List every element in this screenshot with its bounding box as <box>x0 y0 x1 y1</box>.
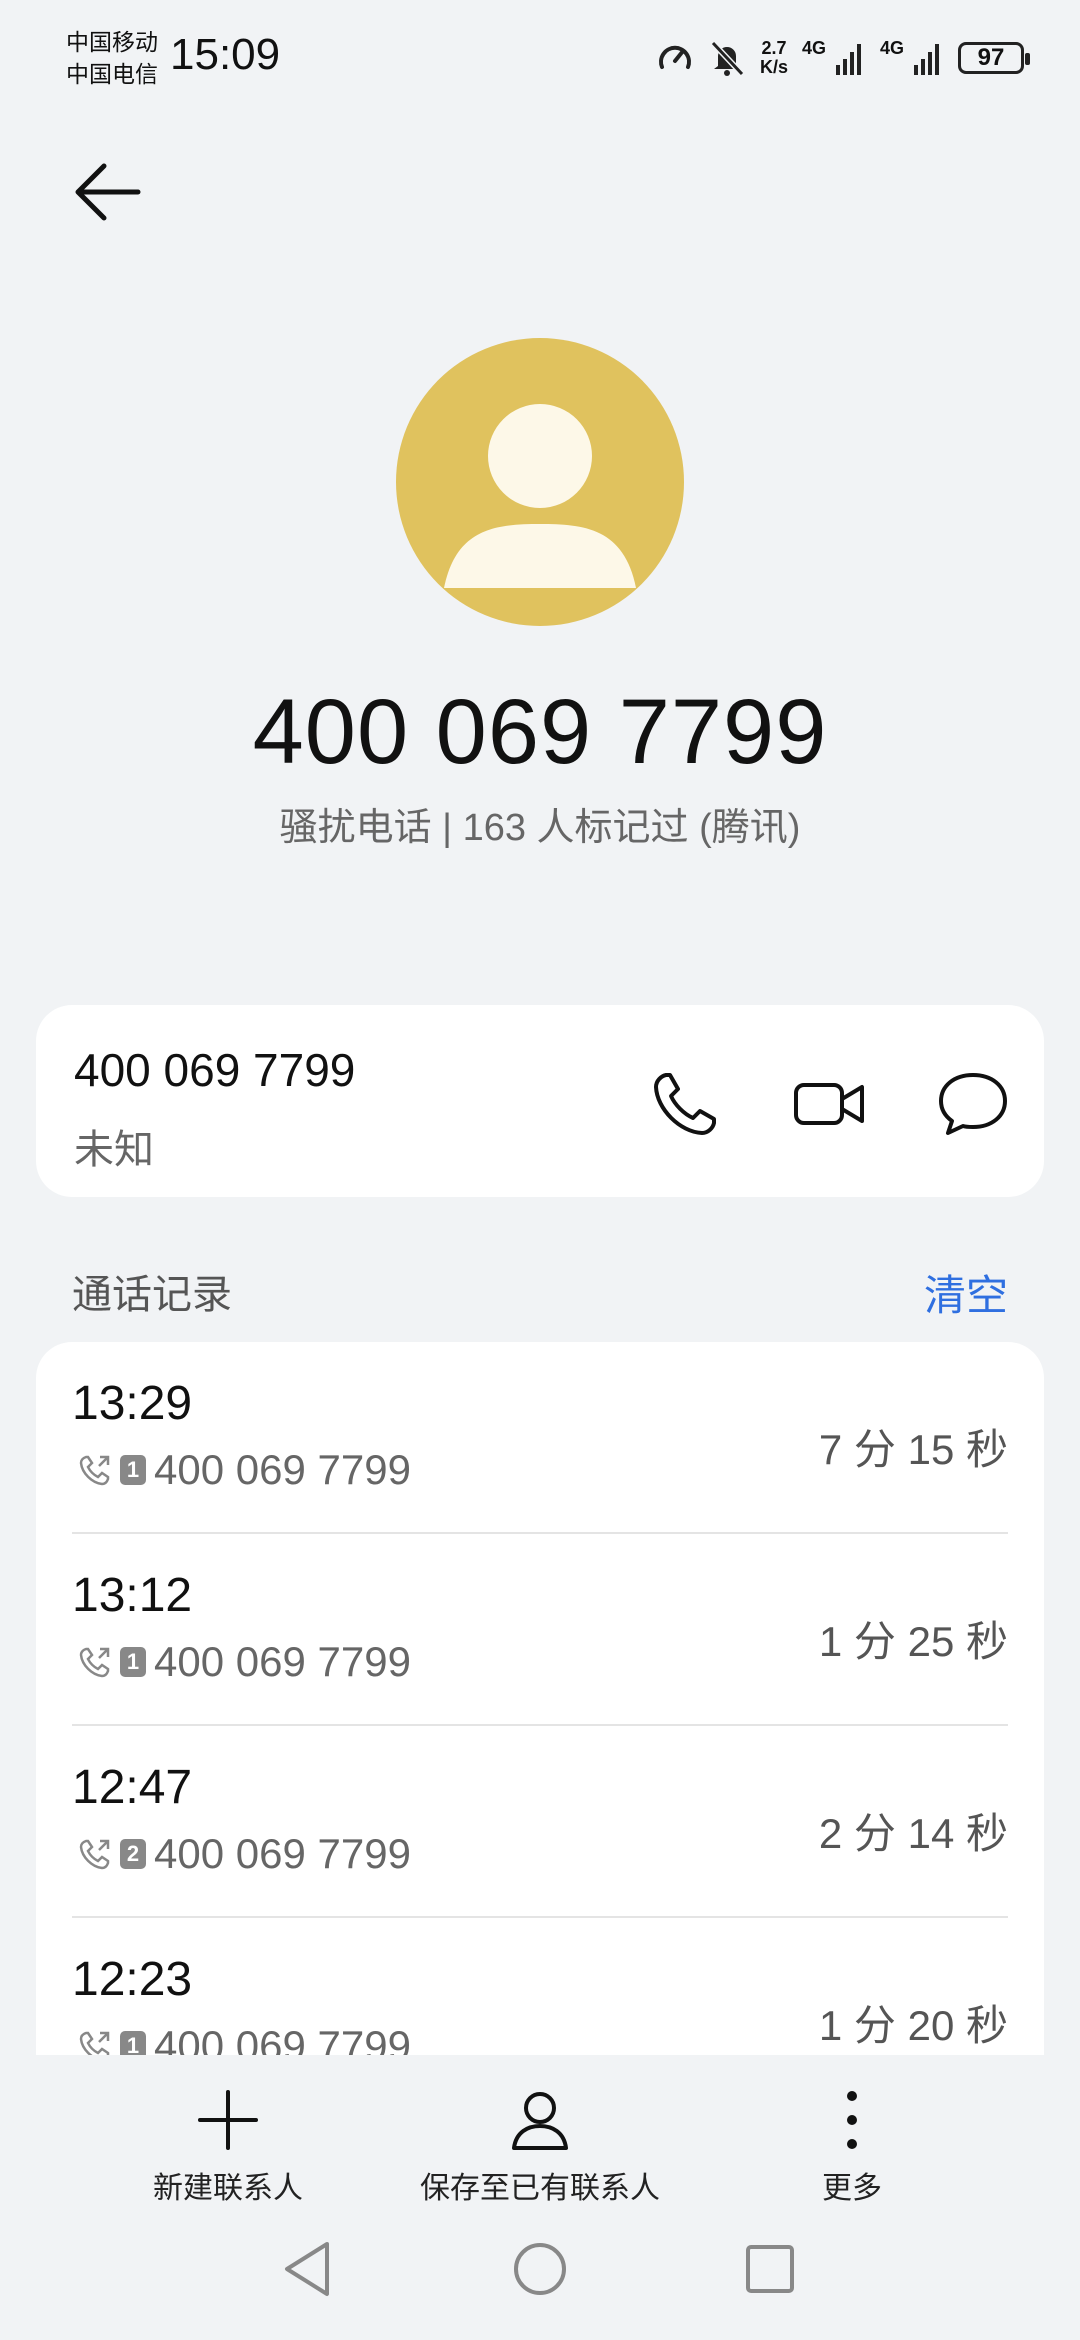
carrier-1: 中国移动 <box>66 29 158 55</box>
signal-1-icon <box>835 44 861 75</box>
status-bar: 中国移动 中国电信 15:09 2.7 K/s 4G 4G 97 <box>0 0 1080 110</box>
call-log-row[interactable]: 12:47 2 400 069 7799 2 分 14 秒 <box>72 1726 1008 1918</box>
call-duration: 2 分 14 秒 <box>818 1810 1008 1857</box>
card-number[interactable]: 400 069 7799 <box>74 1043 355 1097</box>
call-duration: 1 分 25 秒 <box>818 1618 1008 1665</box>
signal-2-icon <box>914 44 939 75</box>
save-to-existing-button[interactable]: 保存至已有联系人 <box>390 2085 690 2207</box>
bell-muted-icon <box>710 40 745 77</box>
call-detail: 2 400 069 7799 <box>78 1830 411 1878</box>
call-button[interactable] <box>648 1067 722 1141</box>
square-recents-icon <box>746 2245 794 2293</box>
nav-back-button[interactable] <box>273 2234 343 2304</box>
message-icon <box>939 1073 1007 1135</box>
sim-badge: 1 <box>120 1455 146 1485</box>
call-log-row[interactable]: 13:12 1 400 069 7799 1 分 25 秒 <box>72 1534 1008 1726</box>
person-icon <box>512 2092 568 2150</box>
call-log-row[interactable]: 13:29 1 400 069 7799 7 分 15 秒 <box>72 1342 1008 1534</box>
net-speed-unit: K/s <box>759 57 788 77</box>
status-icons: 2.7 K/s 4G 4G 97 <box>656 34 1030 82</box>
call-time: 12:47 <box>72 1761 193 1814</box>
card-location: 未知 <box>74 1128 154 1172</box>
triangle-back-icon <box>285 2242 329 2296</box>
call-time: 12:23 <box>72 1953 193 2006</box>
avatar <box>396 338 684 626</box>
sim-badge: 1 <box>120 2031 146 2055</box>
more-button[interactable]: 更多 <box>702 2085 1002 2207</box>
number-card: 400 069 7799 未知 <box>36 1005 1044 1197</box>
call-time: 13:29 <box>72 1377 193 1430</box>
call-number: 400 069 7799 <box>154 1638 411 1685</box>
clear-call-log-button[interactable]: 清空 <box>924 1262 1008 1323</box>
battery-indicator: 97 <box>958 42 1030 74</box>
incoming-call-icon <box>79 1839 110 1870</box>
incoming-call-icon <box>79 1455 110 1486</box>
new-contact-button[interactable]: 新建联系人 <box>78 2085 378 2207</box>
carrier-labels: 中国移动 中国电信 <box>66 26 158 90</box>
net-speed-value: 2.7 <box>761 38 787 58</box>
phone-icon <box>654 1073 716 1135</box>
incoming-call-icon <box>79 2031 110 2055</box>
call-duration: 7 分 15 秒 <box>818 1426 1008 1473</box>
plus-icon <box>198 2090 258 2150</box>
message-button[interactable] <box>936 1067 1010 1141</box>
system-nav-bar <box>0 2210 1080 2340</box>
new-contact-label: 新建联系人 <box>153 2172 303 2205</box>
call-number: 400 069 7799 <box>154 1446 411 1493</box>
call-detail: 1 400 069 7799 <box>78 2022 411 2055</box>
back-button[interactable] <box>70 152 150 232</box>
speedometer-icon <box>658 45 691 69</box>
call-log-title: 通话记录 <box>72 1273 232 1317</box>
video-call-button[interactable] <box>792 1067 866 1141</box>
signal-2-label: 4G <box>879 38 904 58</box>
call-duration: 1 分 20 秒 <box>818 2002 1008 2049</box>
battery-level: 97 <box>977 44 1005 71</box>
carrier-2: 中国电信 <box>66 61 158 87</box>
bottom-toolbar: 新建联系人 保存至已有联系人 更多 <box>0 2055 1080 2210</box>
call-log-list: 13:29 1 400 069 7799 7 分 15 秒 13:12 1 40… <box>36 1342 1044 2055</box>
call-number: 400 069 7799 <box>154 2022 411 2055</box>
call-detail: 1 400 069 7799 <box>78 1638 411 1686</box>
signal-1-label: 4G <box>801 38 826 58</box>
more-label: 更多 <box>822 2172 882 2205</box>
incoming-call-icon <box>79 1647 110 1678</box>
net-speed: 2.7 K/s <box>760 39 788 77</box>
arrow-left-icon <box>75 163 141 221</box>
video-call-icon <box>794 1083 864 1125</box>
more-vertical-icon <box>847 2091 857 2149</box>
nav-recents-button[interactable] <box>735 2234 805 2304</box>
save-to-existing-label: 保存至已有联系人 <box>420 2172 660 2205</box>
nav-home-button[interactable] <box>505 2234 575 2304</box>
call-number: 400 069 7799 <box>154 1830 411 1877</box>
circle-home-icon <box>514 2243 566 2295</box>
spam-tag-label: 骚扰电话 | 163 人标记过 (腾讯) <box>279 807 801 849</box>
sim-badge: 2 <box>120 1839 146 1869</box>
call-log-row[interactable]: 12:23 1 400 069 7799 1 分 20 秒 <box>72 1918 1008 2055</box>
call-time: 13:12 <box>72 1569 193 1622</box>
contact-number-title: 400 069 7799 <box>252 681 828 783</box>
call-detail: 1 400 069 7799 <box>78 1446 411 1494</box>
sim-badge: 1 <box>120 1647 146 1677</box>
status-time: 15:09 <box>170 30 281 79</box>
person-silhouette-icon <box>444 404 636 588</box>
